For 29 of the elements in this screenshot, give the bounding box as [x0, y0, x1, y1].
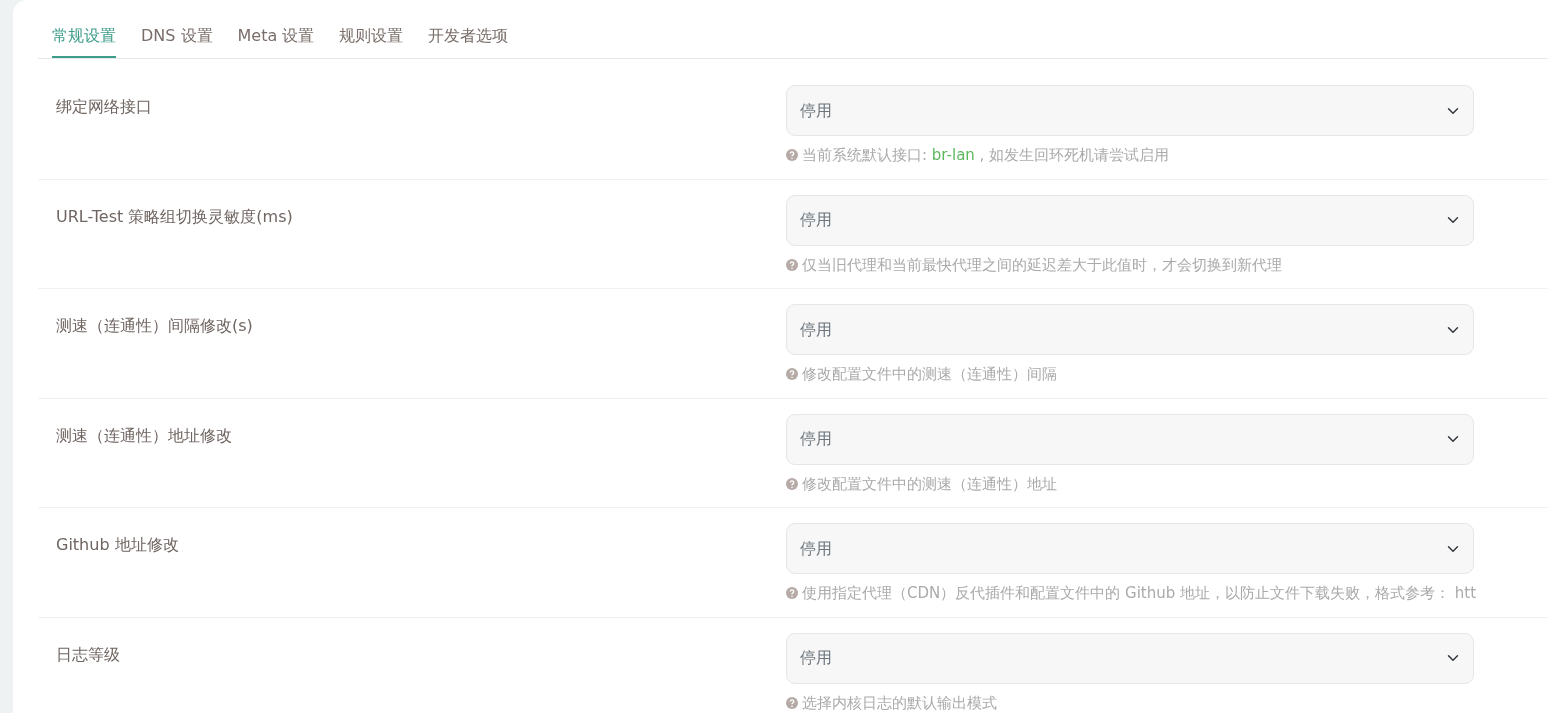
setting-label: 绑定网络接口 [56, 97, 152, 116]
hint-text: 修改配置文件中的测速（连通性）地址 [802, 473, 1057, 495]
hint-text: 当前系统默认接口: br-lan , 如发生回环死机请尝试启用 [802, 145, 1170, 166]
help-icon [786, 477, 798, 490]
select-field[interactable]: 停用 [786, 632, 1474, 684]
setting-label: 测速（连通性）间隔修改(s) [56, 316, 253, 335]
tab[interactable]: 常规设置 [52, 24, 116, 58]
select-field[interactable]: 停用 [786, 523, 1474, 574]
select-field[interactable]: 停用 [786, 85, 1474, 136]
hint-text: 使用指定代理（CDN）反代插件和配置文件中的 Github 地址，以防止文件下载失败，格式参考： htt [802, 583, 1477, 604]
setting-label: 测速（连通性）地址修改 [56, 425, 232, 445]
tab[interactable]: 开发者选项 [428, 24, 509, 58]
select-field[interactable]: 停用 [786, 413, 1474, 465]
hint-text: 修改配置文件中的测速（连通性）间隔 [802, 364, 1057, 385]
tab[interactable]: Meta 设置 [237, 24, 315, 58]
tab[interactable]: 规则设置 [339, 24, 404, 58]
setting-label: URL-Test 策略组切换灵敏度(ms) [56, 206, 293, 226]
select-field[interactable]: 停用 [786, 304, 1474, 355]
tab[interactable]: DNS 设置 [141, 24, 213, 58]
help-icon [786, 368, 798, 381]
help-icon [786, 696, 798, 709]
hint-text: 仅当旧代理和当前最快代理之间的延迟差大于此值时，才会切换到新代理 [802, 254, 1282, 276]
help-icon [786, 258, 798, 271]
select-field[interactable]: 停用 [786, 194, 1474, 246]
help-icon [786, 587, 798, 600]
setting-label: 日志等级 [56, 644, 120, 664]
hint-text: 选择内核日志的默认输出模式 [802, 692, 997, 713]
help-icon [786, 149, 798, 162]
setting-label: Github 地址修改 [56, 535, 179, 554]
